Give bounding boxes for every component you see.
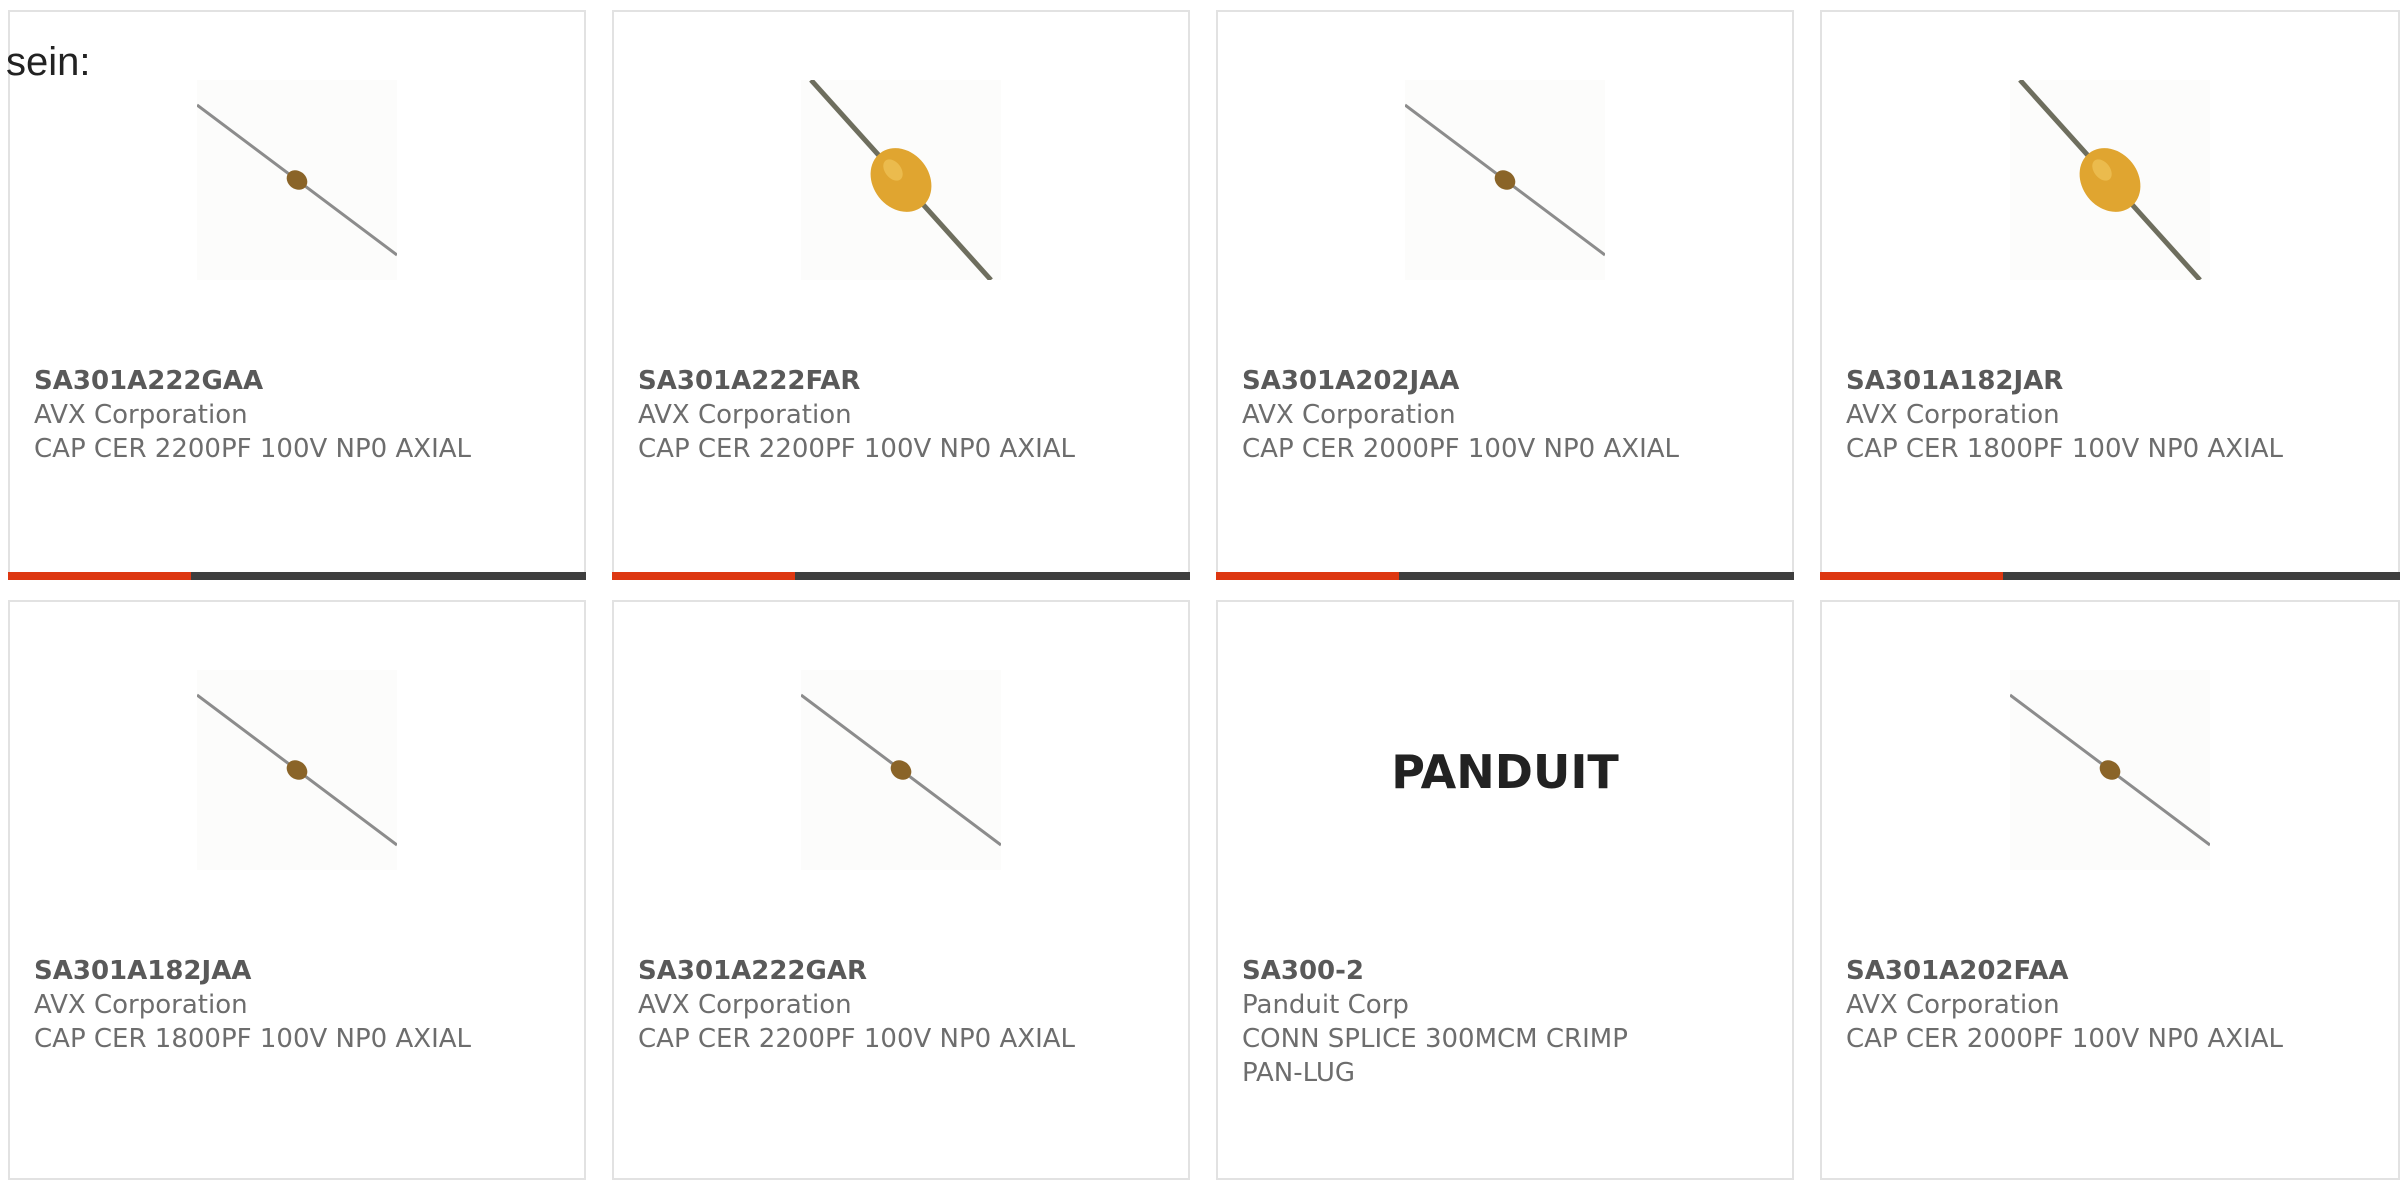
manufacturer: AVX Corporation [638,400,852,430]
description: CAP CER 2000PF 100V NP0 AXIAL [1846,1024,2284,1054]
description: CAP CER 2200PF 100V NP0 AXIAL [638,1024,1076,1054]
part-number[interactable]: SA301A222GAR [638,954,1168,988]
manufacturer: AVX Corporation [638,990,852,1020]
manufacturer: AVX Corporation [1242,400,1456,430]
capacitor-small-icon [197,670,397,870]
description: CAP CER 2200PF 100V NP0 AXIAL [638,434,1076,464]
description: CAP CER 2200PF 100V NP0 AXIAL [34,434,472,464]
product-card[interactable]: SA301A182JAA AVX Corporation CAP CER 180… [8,600,586,1180]
product-card[interactable]: SA301A222GAR AVX Corporation CAP CER 220… [612,600,1190,1180]
description: CAP CER 1800PF 100V NP0 AXIAL [1846,434,2284,464]
product-card[interactable]: PANDUIT SA300-2 Panduit Corp CONN SPLICE… [1216,600,1794,1180]
part-number[interactable]: SA300-2 [1242,954,1652,988]
manufacturer: AVX Corporation [34,990,248,1020]
card-progress-bar [8,572,586,580]
manufacturer: Panduit Corp [1242,990,1409,1020]
part-number[interactable]: SA301A202FAA [1846,954,2378,988]
part-number[interactable]: SA301A202JAA [1242,364,1772,398]
capacitor-large-icon [801,80,1001,280]
panduit-logo-text: PANDUIT [1391,745,1619,799]
product-card[interactable]: SA301A202FAA AVX Corporation CAP CER 200… [1820,600,2400,1180]
product-card[interactable]: SA301A182JAR AVX Corporation CAP CER 180… [1820,10,2400,580]
part-number[interactable]: SA301A182JAR [1846,364,2378,398]
description: CAP CER 2000PF 100V NP0 AXIAL [1242,434,1680,464]
card-progress-bar [612,572,1190,580]
capacitor-small-icon [801,670,1001,870]
manufacturer: AVX Corporation [1846,990,2060,1020]
part-number[interactable]: SA301A222FAR [638,364,1168,398]
card-progress-bar [1216,572,1794,580]
product-card[interactable]: SA301A202JAA AVX Corporation CAP CER 200… [1216,10,1794,580]
card-progress-accent [1216,572,1399,580]
card-progress-accent [612,572,795,580]
part-number[interactable]: SA301A222GAA [34,364,564,398]
card-progress-accent [8,572,191,580]
description: CAP CER 1800PF 100V NP0 AXIAL [34,1024,472,1054]
part-number[interactable]: SA301A182JAA [34,954,564,988]
capacitor-small-icon [1405,80,1605,280]
description: CONN SPLICE 300MCM CRIMP PAN-LUG [1242,1024,1628,1088]
product-card[interactable]: SA301A222FAR AVX Corporation CAP CER 220… [612,10,1190,580]
card-progress-bar [1820,572,2400,580]
capacitor-small-icon [197,80,397,280]
panduit-logo: PANDUIT [1375,670,1635,870]
manufacturer: AVX Corporation [34,400,248,430]
product-card[interactable]: SA301A222GAA AVX Corporation CAP CER 220… [8,10,586,580]
lead-text: sein: [6,40,91,84]
card-progress-accent [1820,572,2003,580]
capacitor-large-icon [2010,80,2210,280]
manufacturer: AVX Corporation [1846,400,2060,430]
product-grid: SA301A222GAA AVX Corporation CAP CER 220… [0,0,2400,1180]
capacitor-small-icon [2010,670,2210,870]
